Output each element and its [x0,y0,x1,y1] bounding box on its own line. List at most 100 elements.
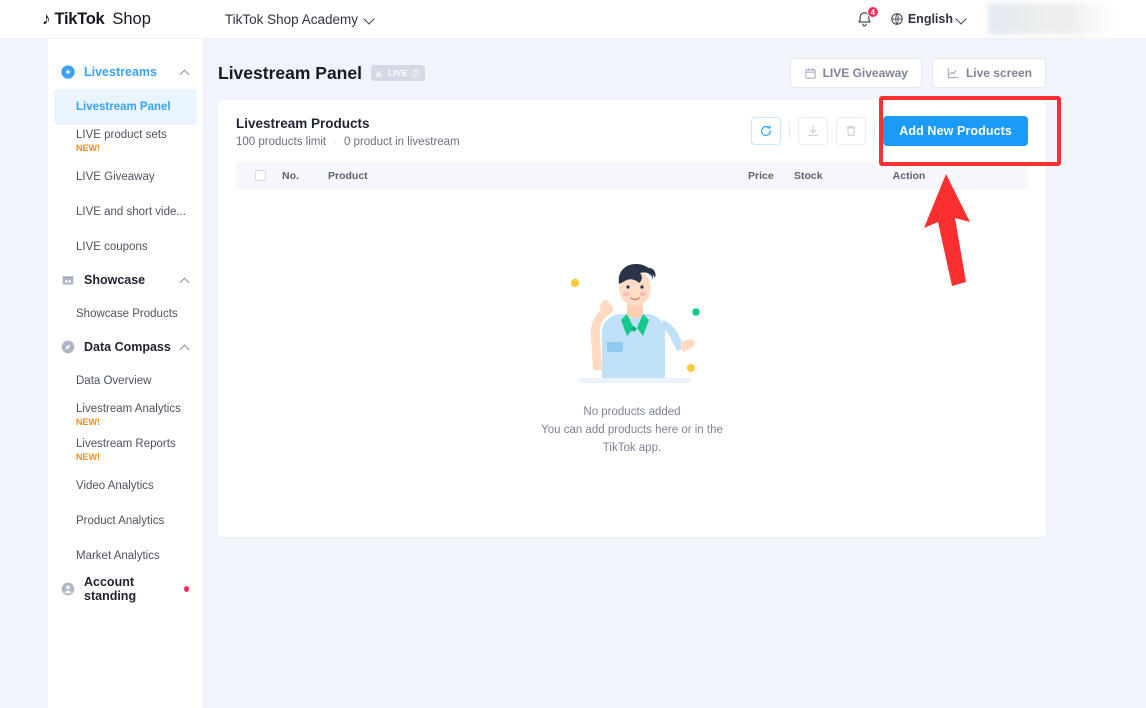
main-content: Livestream Panel LIVE LIVE Giveaway Live… [204,39,1146,708]
account-shield-icon [60,581,76,597]
products-in-livestream-text: 0 product in livestream [343,136,460,148]
sidebar-item-label: Market Analytics [76,550,160,563]
empty-state-line3: TikTok app. [602,441,662,454]
products-table-header: No. Product Price Stock Action [236,162,1028,189]
chevron-down-icon [957,15,966,24]
select-all-checkbox[interactable] [255,170,266,181]
new-badge: NEW! [76,417,100,428]
sidebar-item-label: Livestream Panel [76,100,171,113]
sidebar-group-label: Livestreams [84,65,157,79]
sidebar-item-livestream-panel[interactable]: Livestream Panel [54,89,197,125]
products-limit-text: 100 products limit [236,136,327,148]
new-badge: NEW! [76,143,100,154]
column-header-price: Price [748,169,774,182]
add-new-products-button[interactable]: Add New Products [883,116,1028,146]
trend-chart-icon [947,67,959,79]
subtitle-separator: · [333,136,337,148]
sidebar-item-label: LIVE product sets [76,129,167,141]
download-icon [808,125,819,136]
sidebar-group-label: Account standing [84,575,137,603]
refresh-button[interactable] [751,117,782,145]
chevron-up-icon [180,276,189,285]
sidebar-item-label: LIVE Giveaway [76,171,155,184]
delete-button[interactable] [836,117,867,145]
alert-dot-icon [183,586,189,592]
sidebar-item-label: Video Analytics [76,480,154,493]
sidebar-group-livestreams[interactable]: Livestreams [48,57,203,87]
page-title: Livestream Panel [218,62,362,83]
sidebar-item-video-analytics[interactable]: Video Analytics [48,469,203,504]
livestream-products-card: Livestream Products 100 products limit ·… [218,100,1046,537]
empty-state-title: No products added [583,406,681,419]
top-header: ♪ TikTok Shop TikTok Shop Academy 4 Engl… [0,0,1146,39]
sidebar-item-label: Showcase Products [76,308,178,321]
app-root: ♪ TikTok Shop TikTok Shop Academy 4 Engl… [0,0,1146,708]
sidebar-item-live-product-sets[interactable]: LIVE product sets NEW! [48,125,203,160]
chevron-up-icon [180,343,189,352]
chevron-up-icon [180,68,189,77]
card-header: Livestream Products 100 products limit ·… [236,116,1028,148]
sidebar-item-label: Data Overview [76,375,152,388]
export-button[interactable] [798,117,829,145]
account-switcher[interactable]: TikTok Shop Academy [225,12,374,27]
page-header-actions: LIVE Giveaway Live screen [789,58,1046,88]
calendar-gift-icon [804,67,816,79]
sidebar-item-label: Livestream Reports [76,438,176,450]
sidebar-item-data-overview[interactable]: Data Overview [48,364,203,399]
brand-name-shop: Shop [112,9,151,28]
sidebar-group-account-standing[interactable]: Account standing [48,574,203,604]
notifications-button[interactable]: 4 [855,5,879,29]
live-giveaway-label: LIVE Giveaway [822,66,908,80]
live-giveaway-button[interactable]: LIVE Giveaway [789,58,922,88]
refresh-icon [761,125,772,136]
live-status-badge[interactable]: LIVE [370,65,425,81]
live-screen-label: Live screen [965,66,1032,80]
sidebar-item-showcase-products[interactable]: Showcase Products [48,297,203,332]
empty-state-text: No products added You can add products h… [541,404,723,457]
sidebar-item-label: LIVE coupons [76,241,148,254]
sidebar-item-label: Product Analytics [76,515,165,528]
help-circle-icon[interactable] [411,68,420,78]
globe-icon [891,13,903,25]
sidebar-item-livestream-analytics[interactable]: Livestream Analytics NEW! [48,399,203,434]
action-divider [874,123,876,139]
sidebar-item-product-analytics[interactable]: Product Analytics [48,504,203,539]
card-subtitle: 100 products limit · 0 product in livest… [236,136,460,148]
column-header-product: Product [328,169,368,182]
compass-icon [60,339,76,355]
empty-state: No products added You can add products h… [236,189,1028,519]
live-screen-button[interactable]: Live screen [931,58,1046,88]
new-badge: NEW! [76,452,100,463]
sidebar-item-live-and-short-video[interactable]: LIVE and short vide... [48,195,203,230]
page-header: Livestream Panel LIVE LIVE Giveaway Live… [218,55,1046,91]
brand-name-tiktok: TikTok [54,9,105,28]
confused-person-illustration [570,264,700,384]
chevron-down-icon [365,15,374,24]
sidebar-item-label: Livestream Analytics [76,403,181,415]
account-switcher-label: TikTok Shop Academy [224,11,358,27]
column-header-stock: Stock [794,169,823,182]
sidebar-item-label: LIVE and short vide... [76,206,186,219]
empty-state-line2: You can add products here or in the [541,424,723,437]
tiktok-note-icon: ♪ [42,8,51,28]
language-selector[interactable]: English [890,12,966,26]
language-label: English [907,12,953,26]
sidebar-group-label: Showcase [84,273,146,287]
sidebar-item-livestream-reports[interactable]: Livestream Reports NEW! [48,434,203,469]
sidebar-group-label: Data Compass [84,340,171,354]
user-account-redacted[interactable] [988,3,1118,35]
header-right-tools: 4 English [855,3,1146,35]
live-badge-label: LIVE [387,68,408,78]
action-divider [789,123,791,139]
notification-count-badge: 4 [866,5,879,18]
sidebar-group-data-compass[interactable]: Data Compass [48,332,203,362]
sidebar-item-live-giveaway[interactable]: LIVE Giveaway [48,160,203,195]
brand-logo[interactable]: ♪ TikTok Shop [42,0,151,39]
storefront-icon [60,272,76,288]
sidebar-item-market-analytics[interactable]: Market Analytics [48,539,203,574]
sidebar-item-live-coupons[interactable]: LIVE coupons [48,230,203,265]
sidebar-navigation: Livestreams Livestream Panel LIVE produc… [48,39,204,708]
sidebar-group-showcase[interactable]: Showcase [48,265,203,295]
trash-icon [846,125,857,136]
card-action-buttons: Add New Products [751,116,1028,146]
